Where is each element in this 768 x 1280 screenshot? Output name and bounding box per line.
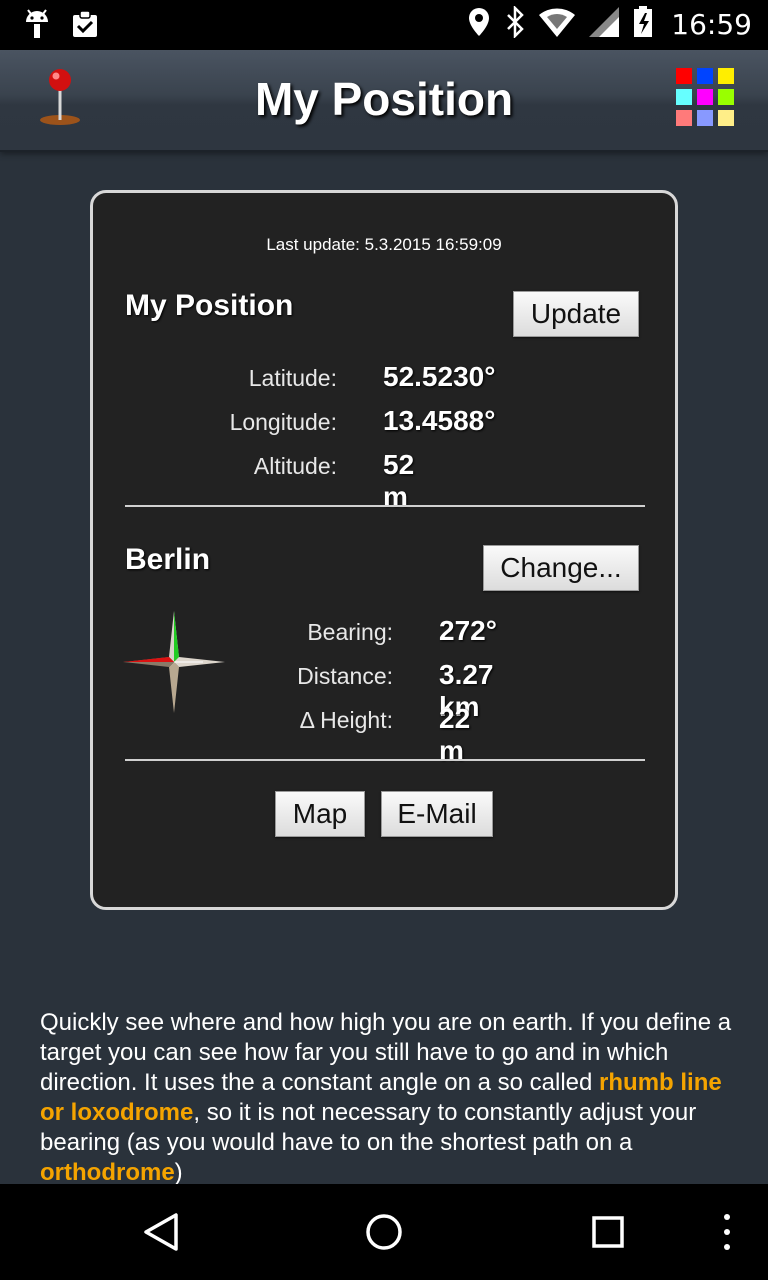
status-left-icons [22,8,100,45]
longitude-value: 13.4588° [383,405,496,436]
description-part: ) [174,1159,183,1186]
bluetooth-icon [505,4,525,43]
page-title: My Position [254,73,514,125]
cell-signal-icon [589,7,620,42]
grid-cell [676,89,692,105]
grid-cell [676,68,692,84]
color-grid-icon[interactable] [676,68,734,126]
last-update-text: Last update: 5.3.2015 16:59:09 [266,235,502,254]
app-bar: My Position [0,50,768,152]
grid-cell [718,68,734,84]
android-debug-icon [22,8,52,45]
update-button[interactable]: Update [513,291,639,337]
location-icon [467,6,491,43]
bearing-label: Bearing: [307,619,393,645]
clipboard-check-icon [70,9,100,44]
status-bar: 16:59 [0,0,768,50]
grid-cell [718,110,734,126]
altitude-label: Altitude: [253,453,337,479]
grid-cell [676,110,692,126]
home-icon[interactable] [364,1212,404,1257]
email-button[interactable]: E-Mail [381,791,493,837]
divider [125,505,645,507]
target-heading: Berlin [125,543,211,576]
altitude-value: 52 m [383,449,415,512]
description-text: Quickly see where and how high you are o… [40,1008,740,1188]
wifi-icon [539,7,576,42]
status-right-icons: 16:59 [467,4,752,43]
grid-cell [718,89,734,105]
grid-cell [697,89,713,105]
height-diff-label: Δ Height: [299,707,393,733]
latitude-label: Latitude: [248,365,337,391]
status-time: 16:59 [671,8,752,41]
map-button[interactable]: Map [275,791,365,837]
battery-charging-icon [633,6,653,43]
back-icon[interactable] [142,1212,180,1257]
bearing-value: 272° [439,615,497,646]
grid-cell [697,110,713,126]
latitude-value: 52.5230° [383,361,496,392]
navigation-bar [0,1184,768,1280]
longitude-label: Longitude: [229,409,337,435]
compass-icon [123,611,225,718]
orthodrome-link[interactable]: orthodrome [40,1159,175,1186]
distance-label: Distance: [297,663,393,689]
position-card: Last update: 5.3.2015 16:59:09 My Positi… [90,190,678,910]
overflow-menu-icon[interactable] [720,1212,734,1257]
change-target-button[interactable]: Change... [483,545,639,591]
height-diff-value: 22 m [439,703,471,766]
grid-cell [697,68,713,84]
my-position-heading: My Position [125,289,294,322]
divider [125,759,645,761]
recents-icon[interactable] [590,1212,626,1257]
